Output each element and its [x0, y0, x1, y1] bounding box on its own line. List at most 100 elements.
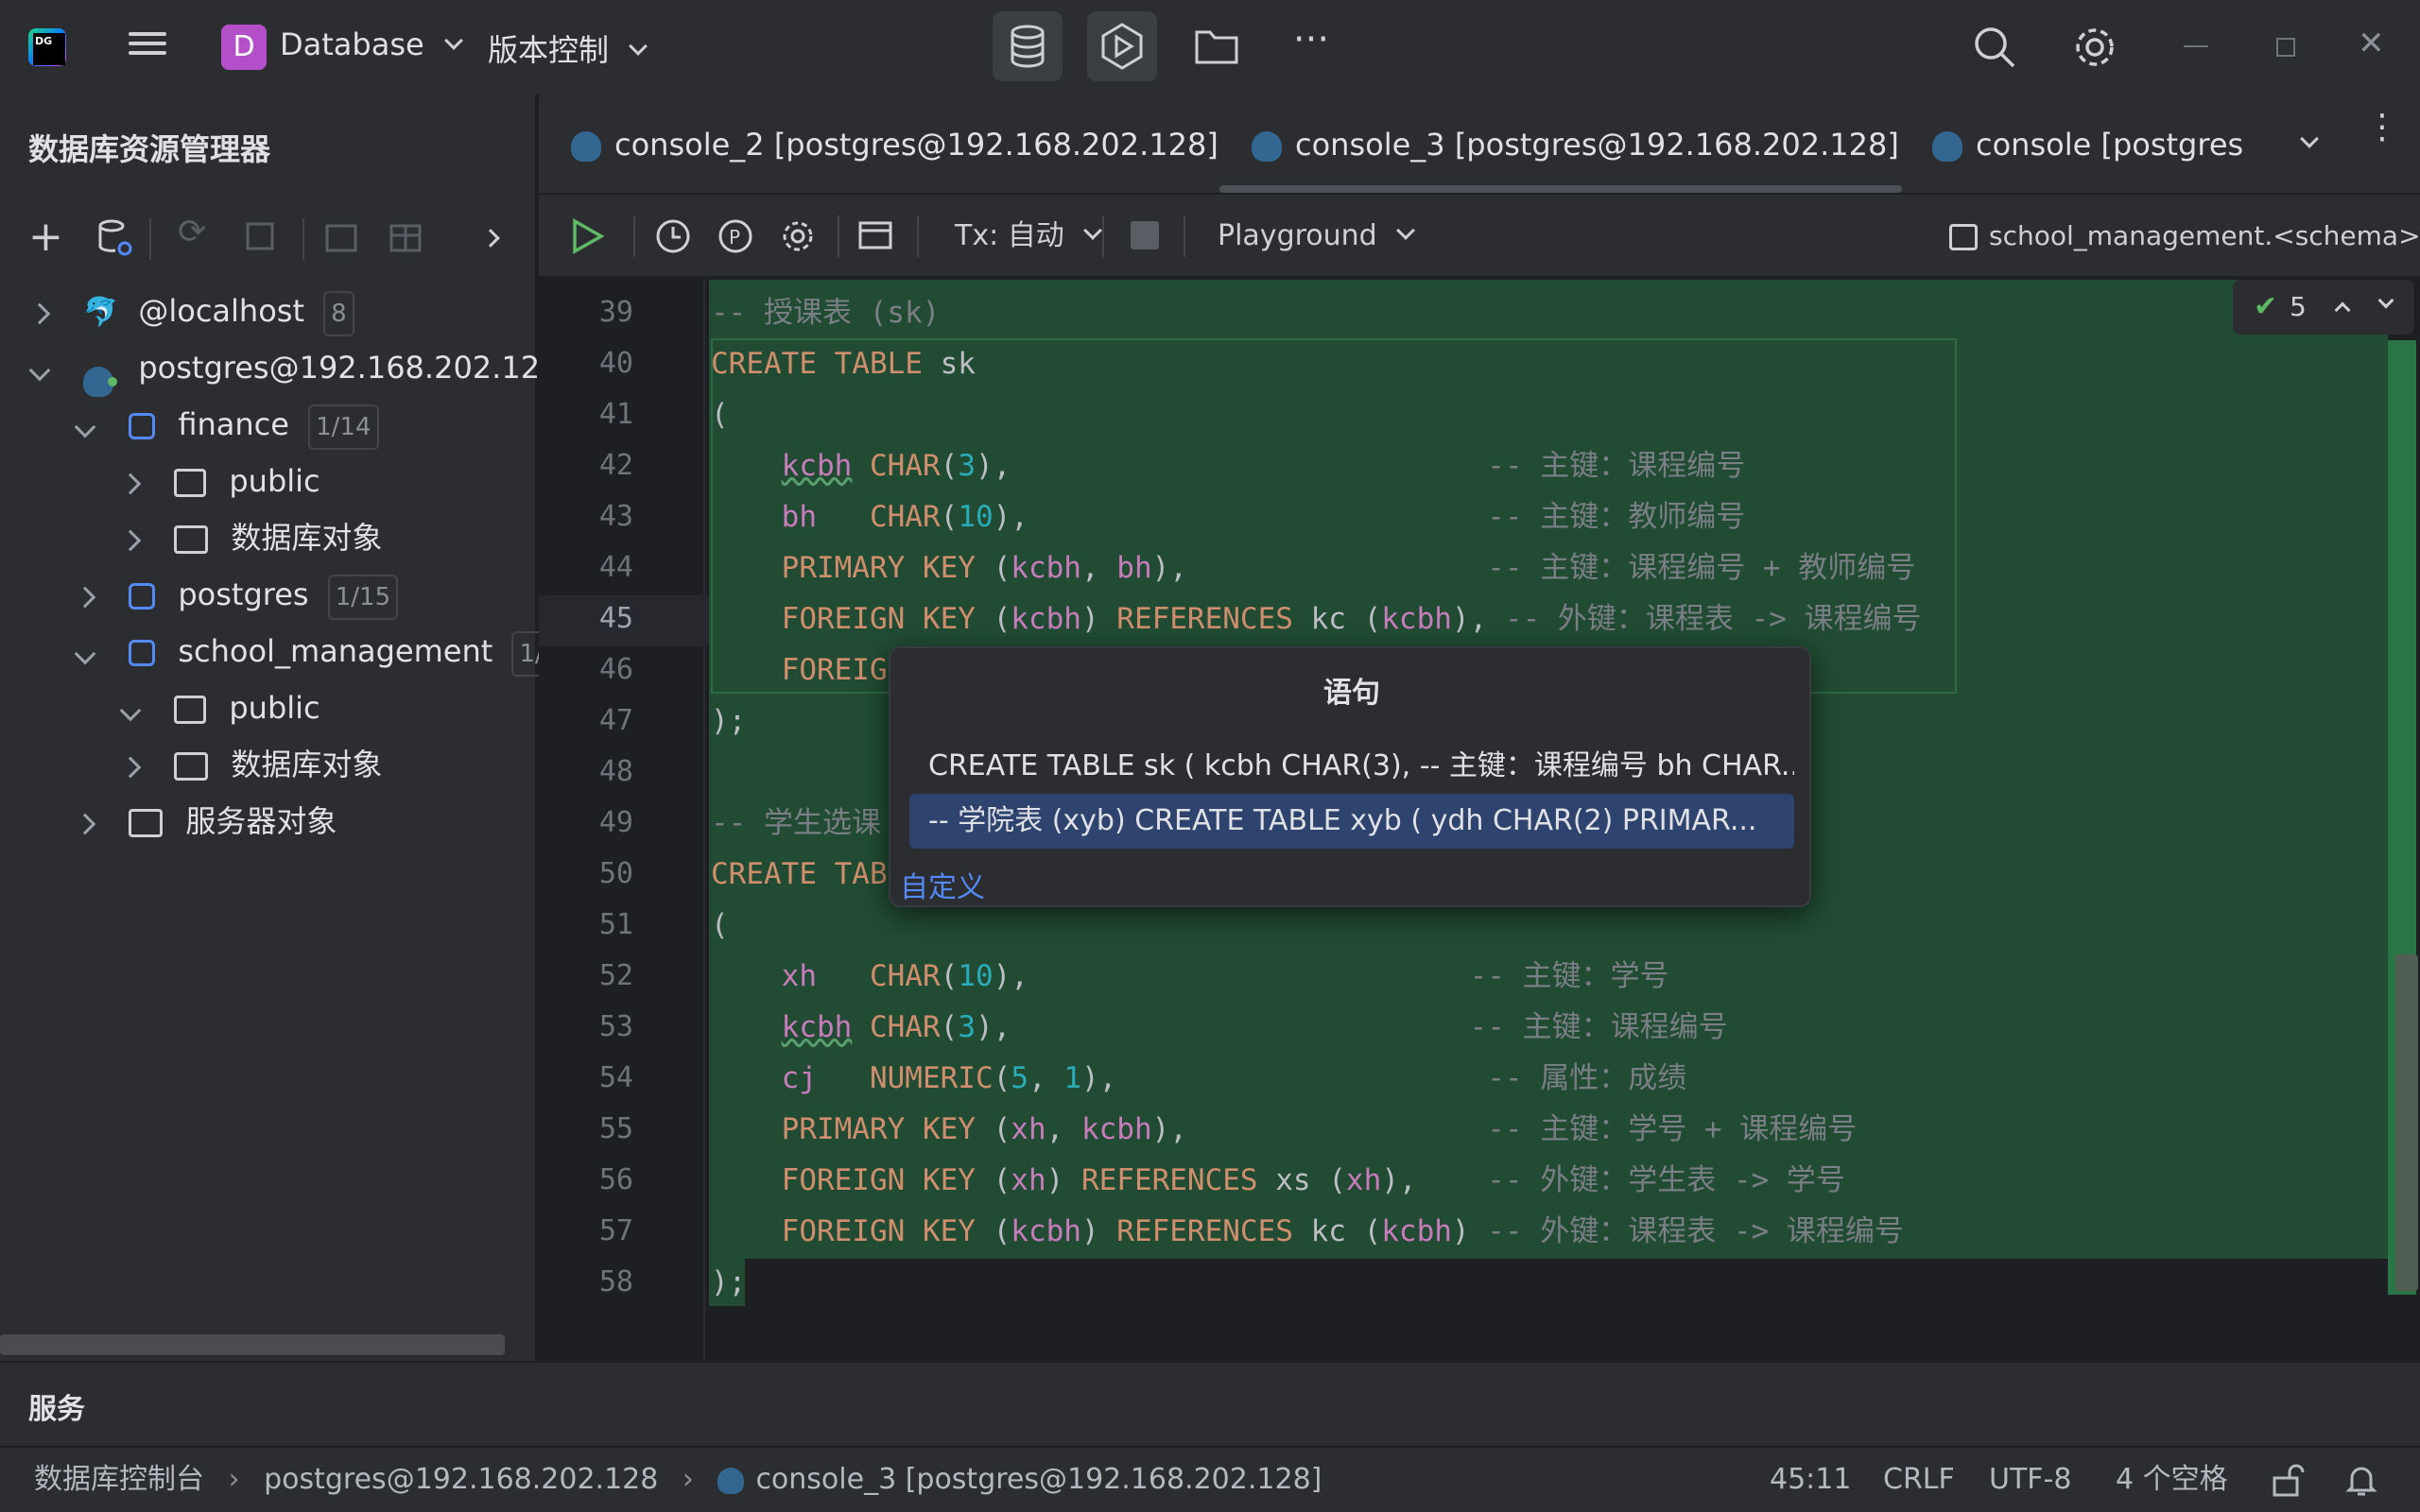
tree-label: postgres	[178, 576, 309, 612]
tree-item-postgres-server[interactable]: postgres@192.168.202.128 3	[28, 340, 610, 397]
collapse-arrow-icon[interactable]	[74, 416, 96, 438]
project-selector[interactable]: Database	[280, 26, 463, 62]
postgresql-icon	[83, 352, 118, 397]
run-hexagon-icon	[1101, 23, 1143, 70]
line-number: 42	[598, 449, 633, 482]
chevron-right-icon: ›	[228, 1463, 240, 1496]
chevron-down-icon	[629, 37, 648, 56]
run-config-button[interactable]	[1087, 11, 1157, 81]
tree-item-server-objects[interactable]: 服务器对象	[74, 794, 337, 849]
tree-item-postgres-db[interactable]: postgres 1/15	[74, 567, 399, 622]
folder-button[interactable]	[1182, 11, 1252, 81]
playground-selector[interactable]: Playground	[1218, 195, 1416, 278]
expand-arrow-icon[interactable]	[119, 756, 142, 779]
chevron-down-icon	[1396, 221, 1416, 240]
code-line-58: );	[711, 1265, 747, 1299]
layout-icon[interactable]	[855, 215, 896, 257]
tab-console[interactable]: console [postgres@1	[1932, 94, 2244, 195]
file-encoding[interactable]: UTF-8	[1989, 1448, 2071, 1512]
minimize-icon[interactable]	[2184, 45, 2208, 47]
filter-icon[interactable]	[244, 220, 282, 258]
breadcrumb-item[interactable]: 数据库控制台	[34, 1463, 204, 1496]
tree-item-finance-public[interactable]: public	[119, 454, 320, 508]
tab-console-3[interactable]: console_3 [postgres@192.168.202.128] ✕	[1252, 94, 1959, 195]
lock-icon[interactable]	[2269, 1463, 2305, 1499]
search-icon	[1975, 27, 2015, 68]
tree-item-localhost[interactable]: 🐬 @localhost 8	[28, 284, 354, 338]
inspection-widget[interactable]: ✔ 5	[2233, 280, 2414, 335]
expand-arrow-icon[interactable]	[74, 813, 96, 835]
add-icon[interactable]: +	[28, 213, 63, 261]
vcs-menu[interactable]: 版本控制	[488, 26, 648, 70]
stop-icon[interactable]	[1131, 221, 1159, 249]
code-line-41: (	[711, 398, 729, 432]
tree-label: 数据库对象	[231, 520, 383, 556]
tree-label: @localhost	[138, 293, 304, 329]
line-number: 58	[598, 1265, 633, 1298]
indent-setting[interactable]: 4 个空格	[2116, 1448, 2228, 1512]
collapse-arrow-icon[interactable]	[119, 699, 142, 722]
explain-plan-icon[interactable]: P	[715, 215, 756, 257]
notifications-icon[interactable]	[2342, 1461, 2380, 1499]
previous-highlight-icon[interactable]	[2334, 301, 2351, 318]
code-line-56: FOREIGN KEY (xh) REFERENCES xs (xh), -- …	[781, 1163, 1845, 1197]
popup-item[interactable]: CREATE TABLE sk ( kcbh CHAR(3), -- 主键：课程…	[909, 739, 1794, 794]
restore-icon[interactable]	[2276, 38, 2295, 57]
app-logo-icon	[28, 28, 66, 66]
mysql-icon: 🐬	[83, 296, 119, 329]
tree-item-school-objects[interactable]: 数据库对象	[119, 737, 383, 792]
collapse-arrow-icon[interactable]	[74, 643, 96, 665]
datasource-properties-icon[interactable]	[96, 216, 134, 260]
settings-button[interactable]	[2066, 19, 2123, 76]
line-number: 56	[598, 1163, 633, 1196]
close-window-icon[interactable]: ✕	[2358, 25, 2395, 62]
postgresql-icon	[1932, 131, 1962, 162]
tree-item-finance-objects[interactable]: 数据库对象	[119, 510, 383, 565]
collapse-arrow-icon[interactable]	[28, 359, 51, 382]
execute-icon[interactable]	[567, 215, 609, 257]
schema-selector[interactable]: school_management.<schema>	[1949, 195, 2420, 278]
refresh-icon[interactable]: ⟳	[178, 213, 206, 251]
editor-tabs: console_2 [postgres@192.168.202.128] con…	[539, 94, 2420, 195]
console-icon[interactable]	[323, 220, 361, 258]
expand-arrow-icon[interactable]	[74, 586, 96, 609]
chevron-down-icon	[1083, 221, 1103, 240]
gear-icon[interactable]	[777, 215, 819, 257]
sidebar-horizontal-scrollbar[interactable]	[0, 1334, 505, 1355]
gear-icon	[2076, 28, 2114, 66]
table-icon[interactable]	[388, 220, 425, 258]
transaction-mode-selector[interactable]: Tx: 自动	[955, 195, 1103, 278]
line-ending[interactable]: CRLF	[1883, 1448, 1955, 1512]
tree-item-school-public[interactable]: public	[119, 680, 320, 735]
tab-label: console_3 [postgres@192.168.202.128]	[1295, 127, 1899, 163]
database-tool-button[interactable]	[993, 11, 1063, 81]
breadcrumb-item[interactable]: console_3 [postgres@192.168.202.128]	[755, 1463, 1322, 1496]
chevron-right-icon[interactable]	[481, 229, 500, 248]
main-menu-icon[interactable]	[129, 26, 166, 64]
search-button[interactable]	[1966, 19, 2023, 76]
more-icon[interactable]: ···	[1276, 11, 1346, 81]
cursor-position[interactable]: 45:11	[1770, 1448, 1851, 1512]
popup-title: 语句	[1323, 677, 1380, 710]
postgresql-icon	[571, 131, 601, 162]
expand-arrow-icon[interactable]	[119, 472, 142, 495]
popup-item-selected[interactable]: -- 学院表 (xyb) CREATE TABLE xyb ( ydh CHAR…	[909, 794, 1794, 849]
expand-arrow-icon[interactable]	[119, 529, 142, 552]
tree-item-finance[interactable]: finance 1/14	[74, 397, 379, 452]
tabs-more-icon[interactable]: ⋮	[2365, 111, 2399, 145]
history-icon[interactable]	[652, 215, 694, 257]
tree-label: 数据库对象	[231, 747, 383, 782]
tree-label: public	[229, 690, 320, 726]
next-highlight-icon[interactable]	[2377, 292, 2394, 309]
tab-console-2[interactable]: console_2 [postgres@192.168.202.128]	[571, 94, 1219, 195]
code-line-57: FOREIGN KEY (kcbh) REFERENCES kc (kcbh) …	[781, 1214, 1904, 1248]
editor-vertical-scrollbar[interactable]	[2395, 954, 2418, 1291]
project-badge[interactable]: D	[221, 25, 267, 70]
check-icon: ✔	[2254, 290, 2278, 323]
customize-link[interactable]: 自定义	[900, 864, 985, 905]
tree-item-school-management[interactable]: school_management 1/14	[74, 624, 582, 679]
line-number: 40	[598, 347, 633, 380]
tabs-dropdown-icon[interactable]	[2300, 129, 2319, 148]
expand-arrow-icon[interactable]	[28, 302, 51, 325]
breadcrumb-item[interactable]: postgres@192.168.202.128	[264, 1463, 658, 1496]
